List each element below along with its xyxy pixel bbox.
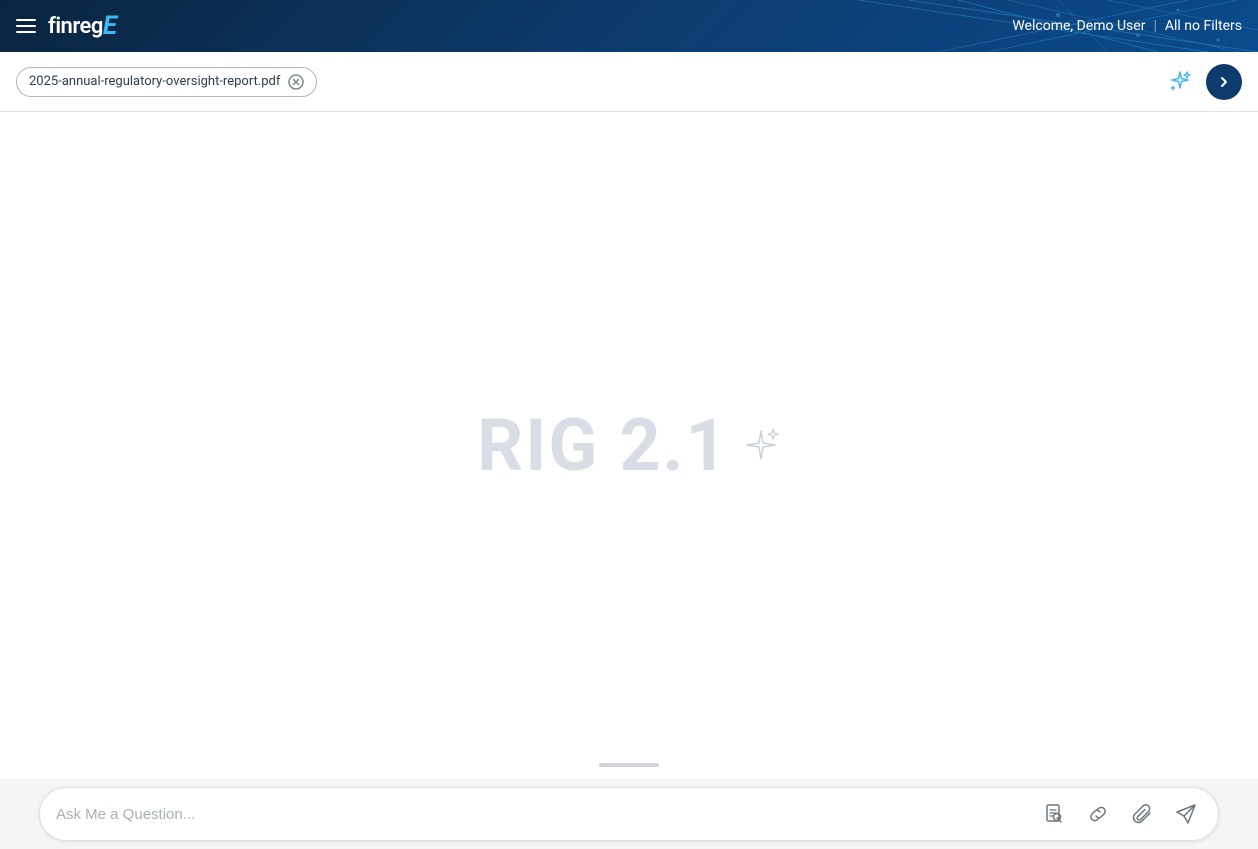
chat-input-container (39, 787, 1219, 841)
chat-icons (1038, 798, 1202, 830)
toolbar: 2025-annual-regulatory-oversight-report.… (0, 52, 1258, 112)
file-tag-close-button[interactable] (288, 74, 304, 90)
toolbar-left: 2025-annual-regulatory-oversight-report.… (16, 67, 317, 97)
sparkle-button[interactable] (1162, 64, 1198, 100)
toolbar-right (1162, 64, 1242, 100)
logo-letter: E (103, 11, 117, 41)
file-tag[interactable]: 2025-annual-regulatory-oversight-report.… (16, 67, 317, 97)
file-tag-name: 2025-annual-regulatory-oversight-report.… (29, 74, 280, 89)
watermark-text: RIG 2.1 (477, 403, 729, 488)
logo-text: finreg (48, 14, 103, 39)
send-button[interactable] (1170, 798, 1202, 830)
scroll-indicator (599, 763, 659, 767)
filters-link[interactable]: All no Filters (1165, 18, 1242, 34)
link-button[interactable] (1082, 798, 1114, 830)
watermark-sparkle-icon (741, 426, 781, 466)
watermark: RIG 2.1 (477, 403, 781, 488)
app-header: finreg E Welcome, Demo User | All no Fil… (0, 0, 1258, 52)
welcome-text: Welcome, Demo User (1012, 18, 1145, 34)
main-content: RIG 2.1 (0, 112, 1258, 779)
chat-area (0, 779, 1258, 849)
app-logo: finreg E (48, 11, 117, 41)
attachment-button[interactable] (1126, 798, 1158, 830)
chat-input[interactable] (56, 806, 1038, 823)
header-separator: | (1153, 18, 1156, 34)
header-left: finreg E (16, 11, 117, 41)
document-button[interactable] (1038, 798, 1070, 830)
hamburger-menu[interactable] (16, 19, 36, 33)
header-right: Welcome, Demo User | All no Filters (1012, 18, 1242, 34)
next-button[interactable] (1206, 64, 1242, 100)
